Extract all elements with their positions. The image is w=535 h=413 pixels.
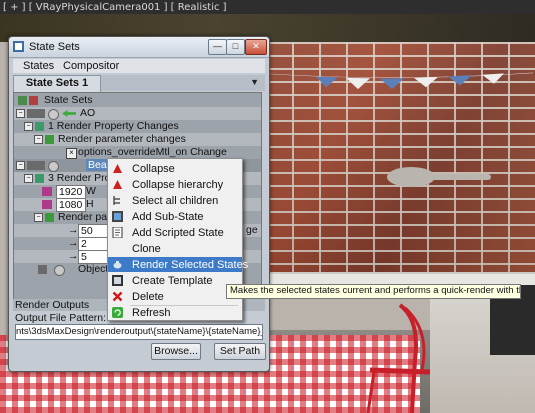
override-checkbox-icon[interactable]: × [66,148,77,159]
menu-item-add-sub-state[interactable]: Add Sub-State [108,209,242,224]
state-sets-app-icon [13,41,24,52]
tree-row-state-sets[interactable]: State Sets [14,94,261,107]
window-title: State Sets [29,41,80,53]
state-toggle-icon[interactable] [54,265,65,276]
camera-state-icon [27,109,45,118]
tree-label: 1 Render Property Changes [48,120,179,132]
tree-label: options_overrideMtl_on Change [78,146,227,158]
menu-item-collapse[interactable]: Collapse [108,161,242,176]
collapse-icon[interactable]: − [24,174,33,183]
width-value[interactable]: 1920 [56,185,86,199]
tree-label: W [86,185,96,197]
tooltip: Makes the selected states current and pe… [226,284,521,299]
browse-button[interactable]: Browse... [151,343,201,360]
tab-bar: State Sets 1 ▼ [13,75,265,92]
select-children-icon [113,196,120,205]
tree-label: 3 Render Pro [48,172,111,184]
tree-label: AO [80,107,96,119]
menu-compositor[interactable]: Compositor [63,60,119,72]
render-param-icon [45,213,54,222]
wooden-paddle [387,167,491,187]
menu-item-add-scripted-state[interactable]: Add Scripted State [108,225,242,240]
menu-item-collapse-hierarchy[interactable]: Collapse hierarchy [108,177,242,192]
active-state-arrow-icon [62,110,76,117]
tab-state-sets-1[interactable]: State Sets 1 [13,75,101,92]
objects-icon [38,265,47,274]
property-change-icon [35,174,44,183]
tree-label: H [86,198,94,210]
menu-item-select-all-children[interactable]: Select all children [108,193,242,208]
state-toggle-icon[interactable] [48,161,59,172]
menu-item-delete[interactable]: Delete [108,289,242,304]
tree-label: State Sets [44,94,93,106]
title-bar[interactable]: State Sets — □ ✕ [9,37,269,58]
camera-state-icon [27,161,45,170]
maximize-button[interactable]: □ [226,39,245,55]
collapse-icon[interactable]: − [34,213,43,222]
context-menu[interactable]: Collapse Collapse hierarchy Select all c… [107,158,248,321]
menu-bar: States Compositor [13,59,265,73]
collapse-icon[interactable]: − [16,109,25,118]
bunting-flags [268,72,533,90]
menu-item-render-selected-states[interactable]: Render Selected States [108,257,248,272]
tree-label: ge [246,224,258,236]
menu-item-refresh[interactable]: Refresh [108,305,242,320]
collapse-icon[interactable]: − [24,122,33,131]
tree-label: Render parameter changes [58,133,186,145]
scripted-state-icon [112,227,123,238]
tree-label: Render pa [58,211,108,223]
output-file-pattern-input[interactable]: nts\3dsMaxDesign\renderoutput\{stateName… [15,324,263,340]
tree-connector: → [68,237,79,249]
set-path-button[interactable]: Set Path [214,343,266,360]
output-file-pattern-label: Output File Pattern: [15,312,107,324]
red-triangle-icon [113,164,122,173]
collapse-icon[interactable]: − [34,135,43,144]
tree-row-ao[interactable]: − AO [14,107,261,120]
minimize-button[interactable]: — [208,39,227,55]
height-value[interactable]: 1080 [56,198,86,212]
render-param-icon [45,135,54,144]
state-sets-render-icon [29,96,38,105]
state-sets-icon [18,96,27,105]
menu-item-clone[interactable]: Clone [108,241,242,256]
add-sub-state-icon [112,211,123,222]
template-icon [112,275,123,286]
teapot-icon [113,261,122,269]
red-chair [366,303,431,413]
green-refresh-icon [112,307,123,318]
tree-connector: → [68,224,79,236]
red-x-icon [112,291,123,302]
menu-states[interactable]: States [23,60,54,72]
width-param-icon [42,187,52,196]
tree-connector: → [68,250,79,262]
red-triangle-icon [113,180,122,189]
property-change-icon [35,122,44,131]
tree-row-render-property-changes[interactable]: − 1 Render Property Changes [14,120,261,133]
menu-item-create-template[interactable]: Create Template [108,273,242,288]
collapse-icon[interactable]: − [16,161,25,170]
tab-dropdown-icon[interactable]: ▼ [250,77,259,87]
viewport-label[interactable]: [ + ] [ VRayPhysicalCamera001 ] [ Realis… [3,2,227,13]
height-param-icon [42,200,52,209]
close-button[interactable]: ✕ [245,39,267,55]
state-toggle-icon[interactable] [48,109,59,120]
tree-row-render-parameter-changes[interactable]: − Render parameter changes [14,133,261,146]
